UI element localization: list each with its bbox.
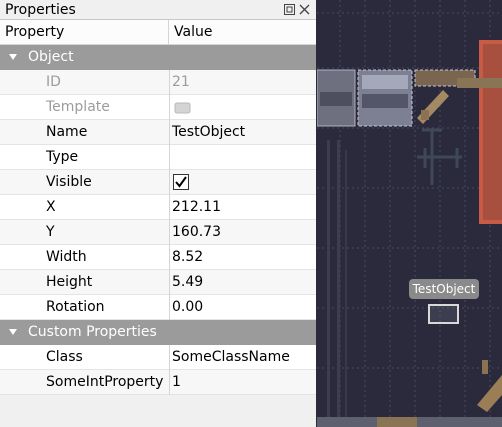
property-row-type[interactable]: Type [0, 145, 316, 170]
panel-titlebar: Properties [0, 0, 316, 20]
property-name: Width [46, 249, 87, 265]
value-column-header[interactable]: Value [169, 20, 316, 44]
template-icon[interactable] [174, 102, 192, 114]
selected-object[interactable] [428, 304, 459, 324]
height-value-field[interactable]: 5.49 [172, 270, 203, 294]
property-row-class[interactable]: Class SomeClassName [0, 345, 316, 370]
property-row-x[interactable]: X 212.11 [0, 195, 316, 220]
rotation-value-field[interactable]: 0.00 [172, 295, 203, 319]
y-value-field[interactable]: 160.73 [172, 220, 221, 244]
property-row-visible[interactable]: Visible [0, 170, 316, 195]
group-label: Custom Properties [28, 324, 157, 340]
property-column-header[interactable]: Property [0, 20, 169, 44]
expand-arrow-icon[interactable] [9, 329, 17, 335]
property-name: Y [46, 224, 55, 240]
property-table: Property Value Object ID 21 Template Nam… [0, 20, 316, 427]
property-name: Template [46, 99, 110, 115]
property-row-template[interactable]: Template [0, 95, 316, 120]
someint-value-field[interactable]: 1 [172, 370, 181, 394]
panel-title: Properties [5, 2, 76, 18]
property-row-id[interactable]: ID 21 [0, 70, 316, 95]
property-name: Visible [46, 174, 92, 190]
checkmark-icon [175, 176, 187, 188]
property-name: Type [46, 149, 79, 165]
property-row-height[interactable]: Height 5.49 [0, 270, 316, 295]
property-value: 21 [172, 74, 190, 90]
property-name: X [46, 199, 56, 215]
table-header: Property Value [0, 20, 316, 45]
property-row-width[interactable]: Width 8.52 [0, 245, 316, 270]
width-value-field[interactable]: 8.52 [172, 245, 203, 269]
visible-checkbox[interactable] [173, 174, 189, 190]
group-custom-properties[interactable]: Custom Properties [0, 320, 316, 345]
property-row-y[interactable]: Y 160.73 [0, 220, 316, 245]
expand-arrow-icon[interactable] [9, 54, 17, 60]
object-name-label: TestObject [409, 279, 479, 299]
group-label: Object [28, 49, 74, 65]
property-name: Rotation [46, 299, 105, 315]
property-name: ID [46, 74, 61, 90]
property-row-rotation[interactable]: Rotation 0.00 [0, 295, 316, 320]
properties-panel: Properties Property Value Object ID 21 T… [0, 0, 316, 427]
close-panel-icon[interactable] [298, 3, 311, 16]
property-name: Height [46, 274, 93, 290]
property-name: Name [46, 124, 88, 140]
map-canvas[interactable] [317, 0, 502, 427]
name-value-field[interactable]: TestObject [172, 120, 245, 144]
property-name: SomeIntProperty [46, 374, 164, 390]
x-value-field[interactable]: 212.11 [172, 195, 221, 219]
group-object[interactable]: Object [0, 45, 316, 70]
property-row-name[interactable]: Name TestObject [0, 120, 316, 145]
property-row-someintproperty[interactable]: SomeIntProperty 1 [0, 370, 316, 395]
tile-map-scene [317, 0, 502, 427]
property-name: Class [46, 349, 83, 365]
class-value-field[interactable]: SomeClassName [172, 345, 290, 369]
float-panel-icon[interactable] [283, 3, 296, 16]
